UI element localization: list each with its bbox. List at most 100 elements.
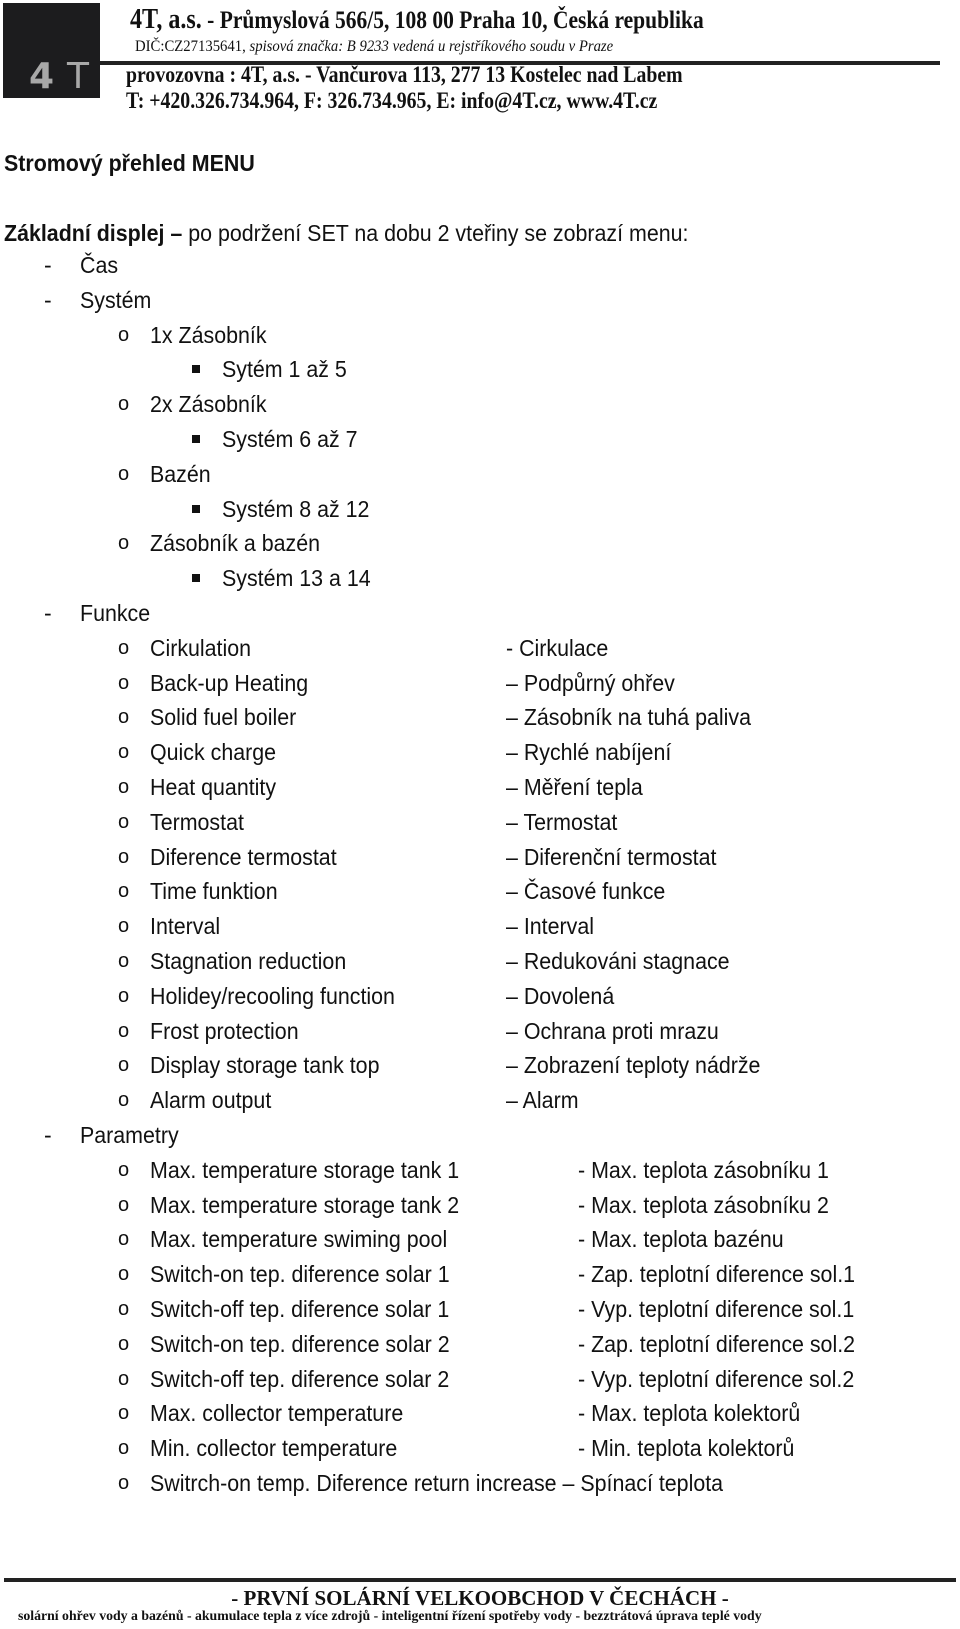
circle-bullet-icon: o <box>118 950 130 972</box>
menu-item-translation: – Redukováni stagnace <box>506 948 730 974</box>
menu-item-label: Max. temperature storage tank 1 <box>150 1156 460 1183</box>
menu-item-translation: - Cirkulace <box>506 634 609 661</box>
company-address-line: 4T, a.s. - Průmyslová 566/5, 108 00 Prah… <box>130 4 704 36</box>
menu-item-translation: – Zobrazení teploty nádrže <box>506 1052 761 1079</box>
menu-item-label: Bazén <box>150 460 211 487</box>
circle-bullet-icon: o <box>118 845 130 868</box>
circle-bullet-icon: o <box>118 915 130 938</box>
intro-paragraph: Základní displej – po podržení SET na do… <box>4 220 688 247</box>
menu-item-translation: - Zap. teplotní diference sol.1 <box>578 1261 856 1288</box>
menu-item-translation: – Ochrana proti mrazu <box>506 1017 719 1044</box>
circle-bullet-icon: o <box>118 1472 130 1494</box>
intro-text: po podržení SET na dobu 2 vteřiny se zob… <box>182 220 689 246</box>
dash-bullet-icon: - <box>44 286 52 313</box>
square-bullet-icon <box>192 574 200 583</box>
menu-item-label: Switrch-on temp. Diference return increa… <box>150 1470 724 1496</box>
company-logo: 4 T <box>3 3 100 98</box>
menu-item-label: Min. collector temperature <box>150 1435 398 1462</box>
intro-bold: Základní displej – <box>4 220 183 246</box>
circle-bullet-icon: o <box>118 880 130 903</box>
circle-bullet-icon: o <box>118 741 130 764</box>
footer-slogan: - PRVNÍ SOLÁRNÍ VELKOOBCHOD V ČECHÁCH - <box>231 1586 729 1610</box>
menu-item-label: Max. collector temperature <box>150 1400 404 1427</box>
vat-id: DIČ:CZ27135641, <box>135 38 250 55</box>
menu-item-label: Parametry <box>80 1122 179 1148</box>
circle-bullet-icon: o <box>118 1437 130 1460</box>
menu-item-translation: – Dovolená <box>506 982 615 1009</box>
circle-bullet-icon: o <box>118 393 130 416</box>
circle-bullet-icon: o <box>118 1298 130 1320</box>
menu-item-translation: – Zásobník na tuhá paliva <box>506 704 751 731</box>
menu-item-label: Switch-on tep. diference solar 1 <box>150 1261 450 1288</box>
menu-item-label: Max. temperature swiming pool <box>150 1226 448 1253</box>
menu-item-label: Systém <box>80 286 152 313</box>
circle-bullet-icon: o <box>118 776 130 798</box>
menu-item-label: Switch-on tep. diference solar 2 <box>150 1330 450 1357</box>
menu-item-label: Solid fuel boiler <box>150 704 297 731</box>
circle-bullet-icon: o <box>118 1019 130 1042</box>
menu-item-label: Systém 8 až 12 <box>222 495 370 522</box>
menu-item-translation: – Termostat <box>506 808 618 835</box>
document-title: Stromový přehled MENU <box>4 150 255 176</box>
circle-bullet-icon: o <box>118 1263 130 1286</box>
menu-item-translation: – Alarm <box>506 1087 579 1114</box>
branch-address: provozovna : 4T, a.s. - Vančurova 113, 2… <box>126 62 683 87</box>
menu-item-translation: - Min. teplota kolektorů <box>578 1435 795 1462</box>
circle-bullet-icon: o <box>118 810 130 833</box>
circle-bullet-icon: o <box>118 636 130 659</box>
menu-item-translation: - Max. teplota bazénu <box>578 1226 784 1253</box>
dash-bullet-icon: - <box>44 252 52 278</box>
menu-item-label: Termostat <box>150 808 244 835</box>
circle-bullet-icon: o <box>118 1089 130 1112</box>
menu-item-translation: - Vyp. teplotní diference sol.1 <box>578 1296 855 1322</box>
logo-text-t: T <box>67 56 89 97</box>
footer-services: solární ohřev vody a bazénů - akumulace … <box>18 1609 762 1624</box>
menu-item-label: Heat quantity <box>150 774 277 800</box>
circle-bullet-icon: o <box>118 706 130 729</box>
dash-bullet-icon: - <box>44 600 52 626</box>
menu-item-label: Back-up Heating <box>150 669 309 696</box>
circle-bullet-icon: o <box>118 1402 130 1425</box>
square-bullet-icon <box>192 435 200 443</box>
company-address: - Průmyslová 566/5, 108 00 Praha 10, Čes… <box>201 7 704 34</box>
circle-bullet-icon: o <box>118 462 130 485</box>
menu-item-label: Sytém 1 až 5 <box>222 356 347 383</box>
menu-item-translation: - Zap. teplotní diference sol.2 <box>578 1330 856 1357</box>
circle-bullet-icon: o <box>118 1367 130 1390</box>
menu-item-label: Zásobník a bazén <box>150 530 321 557</box>
menu-item-label: Frost protection <box>150 1017 299 1044</box>
menu-item-label: Diference termostat <box>150 843 337 870</box>
menu-item-label: Display storage tank top <box>150 1052 380 1079</box>
logo-text-4: 4 <box>29 56 54 97</box>
menu-item-label: Systém 13 a 14 <box>222 565 371 592</box>
circle-bullet-icon: o <box>118 1332 130 1355</box>
menu-item-label: 2x Zásobník <box>150 391 267 418</box>
menu-item-label: Interval <box>150 913 221 940</box>
menu-item-translation: – Rychlé nabíjení <box>506 739 672 766</box>
menu-item-translation: – Interval <box>506 913 594 940</box>
menu-item-label: Quick charge <box>150 739 277 766</box>
menu-item-label: Switch-off tep. diference solar 1 <box>150 1296 450 1322</box>
menu-item-label: Stagnation reduction <box>150 948 347 974</box>
menu-item-label: Switch-off tep. diference solar 2 <box>150 1365 450 1392</box>
footer-divider <box>4 1578 956 1582</box>
registry-info: spisová značka: B 9233 vedená u rejstřík… <box>249 38 614 55</box>
menu-item-label: Time funktion <box>150 878 278 905</box>
circle-bullet-icon: o <box>118 532 130 555</box>
square-bullet-icon <box>192 365 200 374</box>
menu-item-translation: – Časové funkce <box>506 878 666 905</box>
circle-bullet-icon: o <box>118 671 130 694</box>
menu-item-label: Alarm output <box>150 1087 272 1114</box>
menu-item-translation: – Měření tepla <box>506 774 643 800</box>
menu-item-translation: – Podpůrný ohřev <box>506 669 675 696</box>
circle-bullet-icon: o <box>118 984 130 1007</box>
menu-item-label: Cirkulation <box>150 634 252 661</box>
menu-item-translation: - Max. teplota kolektorů <box>578 1400 801 1427</box>
menu-item-label: Systém 6 až 7 <box>222 426 358 452</box>
circle-bullet-icon: o <box>118 1228 130 1251</box>
circle-bullet-icon: o <box>118 1158 130 1181</box>
menu-item-label: Čas <box>80 252 119 278</box>
menu-item-label: Max. temperature storage tank 2 <box>150 1191 460 1218</box>
company-registration-line: DIČ:CZ27135641, spisová značka: B 9233 v… <box>135 38 613 56</box>
letterhead: 4 T 4T, a.s. - Průmyslová 566/5, 108 00 … <box>0 0 960 115</box>
